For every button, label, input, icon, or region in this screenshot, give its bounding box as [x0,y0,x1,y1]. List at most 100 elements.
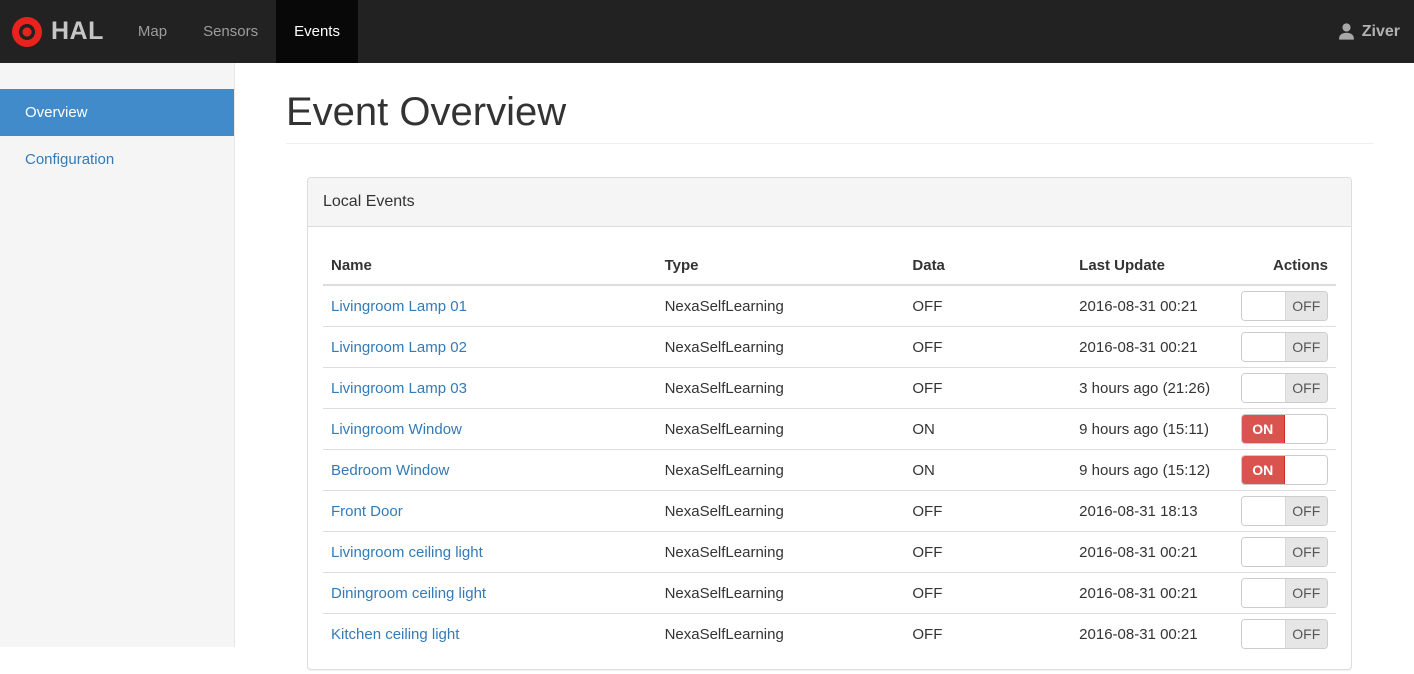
toggle-off-label: OFF [1284,333,1327,361]
local-events-tbody: Livingroom Lamp 01 NexaSelfLearning OFF 201… [323,284,1336,654]
brand-label: HAL [51,17,104,45]
power-toggle[interactable]: ON [1241,455,1328,485]
power-toggle[interactable]: OFF [1241,291,1328,321]
event-type: NexaSelfLearning [656,367,905,409]
sidebar-item-label: Overview [25,104,88,121]
toggle-knob [1242,497,1285,525]
power-toggle[interactable]: ON [1241,414,1328,444]
event-last-update: 2016-08-31 00:21 [1071,613,1233,654]
event-last-update: 9 hours ago (15:11) [1071,408,1233,450]
toggle-off-label: OFF [1284,292,1327,320]
table-row: Livingroom Lamp 03 NexaSelfLearning OFF 3 h… [323,367,1336,409]
table-row: Front Door NexaSelfLearning OFF 2016-08-31 … [323,490,1336,532]
table-row: Diningroom ceiling light NexaSelfLearning… [323,572,1336,614]
event-type: NexaSelfLearning [656,326,905,368]
toggle-on-label: ON [1242,456,1285,484]
power-toggle[interactable]: OFF [1241,496,1328,526]
event-last-update: 2016-08-31 00:21 [1071,531,1233,573]
toggle-knob [1242,374,1285,402]
event-name-link[interactable]: Front Door [331,503,403,520]
event-name-link[interactable]: Livingroom ceiling light [331,544,483,561]
panel-title: Local Events [308,178,1351,227]
brand[interactable]: HAL [0,0,120,63]
event-type: NexaSelfLearning [656,408,905,450]
toggle-off-label: OFF [1284,620,1327,648]
toggle-off-label: OFF [1284,579,1327,607]
table-row: Livingroom Lamp 01 NexaSelfLearning OFF 201… [323,284,1336,327]
toggle-knob [1242,579,1285,607]
toggle-off-label: OFF [1284,497,1327,525]
event-data: OFF [904,284,1072,327]
table-header-row: Name Type Data Last Update Actions [323,242,1336,286]
table-row: Livingroom Lamp 02 NexaSelfLearning OFF 201… [323,326,1336,368]
events-table: Name Type Data Last Update Actions Livin… [323,242,1336,654]
event-last-update: 2016-08-31 00:21 [1071,572,1233,614]
column-header-actions: Actions [1232,242,1336,286]
event-data: OFF [904,572,1072,614]
nav-item-label: Events [294,23,340,40]
sidebar-item-configuration[interactable]: Configuration [0,136,234,183]
toggle-knob [1242,538,1285,566]
toggle-knob [1242,292,1285,320]
event-type: NexaSelfLearning [656,613,905,654]
table-row: Livingroom Window NexaSelfLearning ON 9 hou… [323,408,1336,450]
event-last-update: 2016-08-31 18:13 [1071,490,1233,532]
event-name-link[interactable]: Livingroom Lamp 01 [331,298,467,315]
nav-item-map[interactable]: Map [120,0,185,63]
event-data: OFF [904,613,1072,654]
local-events-panel: Local Events Name Type Data Last Update … [307,177,1352,670]
event-name-link[interactable]: Livingroom Lamp 02 [331,339,467,356]
user-menu[interactable]: Ziver [1323,0,1414,63]
user-name: Ziver [1361,22,1400,40]
toggle-knob [1242,333,1285,361]
toggle-knob [1284,415,1327,443]
power-toggle[interactable]: OFF [1241,373,1328,403]
sidebar: Overview Configuration [0,63,235,647]
event-name-link[interactable]: Livingroom Lamp 03 [331,380,467,397]
column-header-data: Data [904,242,1072,286]
event-data: OFF [904,531,1072,573]
main-content: Event Overview Local Events Name Type Da… [235,90,1414,674]
sidebar-item-overview[interactable]: Overview [0,89,234,136]
top-navbar: HAL Map Sensors Events Ziver [0,0,1414,63]
table-row: Livingroom ceiling light NexaSelfLearning… [323,531,1336,573]
event-type: NexaSelfLearning [656,284,905,327]
toggle-knob [1284,456,1327,484]
power-toggle[interactable]: OFF [1241,619,1328,649]
sidebar-item-label: Configuration [25,151,115,168]
event-type: NexaSelfLearning [656,531,905,573]
toggle-on-label: ON [1242,415,1285,443]
event-type: NexaSelfLearning [656,572,905,614]
page-header: Event Overview [235,90,1414,144]
event-last-update: 2016-08-31 00:21 [1071,326,1233,368]
event-last-update: 9 hours ago (15:12) [1071,449,1233,491]
table-row: Bedroom Window NexaSelfLearning ON 9 hours … [323,449,1336,491]
nav-item-label: Map [137,23,168,40]
event-data: ON [904,449,1072,491]
event-name-link[interactable]: Bedroom Window [331,462,449,479]
panel-body: Name Type Data Last Update Actions Livin… [308,227,1351,669]
event-last-update: 3 hours ago (21:26) [1071,367,1233,409]
event-name-link[interactable]: Livingroom Window [331,421,462,438]
nav-item-label: Sensors [203,23,259,40]
event-name-link[interactable]: Kitchen ceiling light [331,626,459,643]
hal-target-logo-icon [12,16,42,47]
user-icon [1338,23,1354,40]
nav-item-sensors[interactable]: Sensors [185,0,276,63]
power-toggle[interactable]: OFF [1241,578,1328,608]
power-toggle[interactable]: OFF [1241,332,1328,362]
nav-item-events[interactable]: Events [276,0,358,63]
table-row: Kitchen ceiling light NexaSelfLearning OFF… [323,613,1336,654]
event-type: NexaSelfLearning [656,449,905,491]
event-data: ON [904,408,1072,450]
power-toggle[interactable]: OFF [1241,537,1328,567]
event-name-link[interactable]: Diningroom ceiling light [331,585,486,602]
event-type: NexaSelfLearning [656,490,905,532]
page-title: Event Overview [286,90,1373,144]
column-header-name: Name [323,242,657,286]
event-last-update: 2016-08-31 00:21 [1071,284,1233,327]
toggle-knob [1242,620,1285,648]
column-header-last-update: Last Update [1071,242,1233,286]
event-data: OFF [904,490,1072,532]
column-header-type: Type [656,242,905,286]
